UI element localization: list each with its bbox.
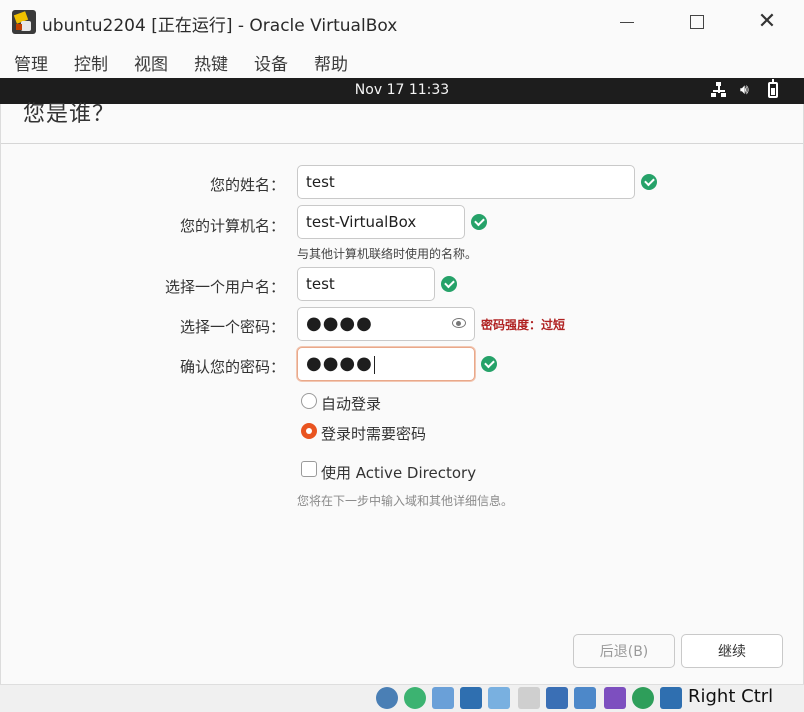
computer-name-label: 您的计算机名： — [179, 217, 285, 235]
require-password-radio[interactable] — [301, 423, 317, 439]
minimize-button[interactable] — [607, 8, 647, 36]
guest-top-bar: Nov 17 11:33 🔊︎ — [0, 78, 804, 104]
computer-name-field[interactable]: test-VirtualBox — [297, 205, 465, 239]
volume-icon[interactable]: 🔊︎ — [740, 82, 749, 98]
installer-page: 您是谁？ 您的姓名： test 您的计算机名： test-VirtualBox … — [0, 102, 804, 684]
active-directory-checkbox[interactable] — [301, 461, 317, 477]
usb-icon[interactable] — [460, 687, 482, 709]
computer-name-hint: 与其他计算机联络时使用的名称。 — [297, 247, 478, 261]
name-valid-icon — [641, 174, 657, 190]
menu-item-control[interactable]: 控制 — [74, 50, 108, 75]
auto-login-radio[interactable] — [301, 393, 317, 409]
audio-icon[interactable] — [404, 687, 426, 709]
menu-item-view[interactable]: 视图 — [134, 50, 168, 75]
name-field[interactable]: test — [297, 165, 635, 199]
menu-item-devices[interactable]: 设备 — [254, 50, 288, 75]
maximize-icon — [690, 15, 704, 29]
computer-name-valid-icon — [471, 214, 487, 230]
auto-login-label[interactable]: 自动登录 — [321, 393, 381, 414]
active-directory-hint: 您将在下一步中输入域和其他详细信息。 — [297, 494, 514, 508]
recording-icon[interactable] — [574, 687, 596, 709]
menu-bar: 管理 控制 视图 热键 设备 帮助 — [0, 44, 804, 78]
mouse-integration-icon[interactable] — [632, 687, 654, 709]
username-field[interactable]: test — [297, 267, 435, 301]
network-adapter-icon[interactable] — [432, 687, 454, 709]
require-password-label[interactable]: 登录时需要密码 — [321, 423, 426, 444]
password-strength: 密码强度：过短 — [481, 318, 566, 332]
confirm-password-valid-icon — [481, 356, 497, 372]
host-key-indicator: Right Ctrl — [688, 686, 774, 707]
confirm-password-field[interactable]: ●●●● — [297, 347, 475, 381]
close-icon: ✕ — [757, 9, 777, 34]
back-button[interactable]: 后退(B) — [573, 634, 675, 668]
show-password-icon[interactable] — [452, 318, 466, 328]
battery-icon[interactable] — [768, 79, 778, 98]
name-label: 您的姓名： — [209, 176, 285, 194]
optical-drive-icon[interactable] — [376, 687, 398, 709]
password-label: 选择一个密码： — [179, 318, 285, 336]
menu-item-manage[interactable]: 管理 — [14, 50, 48, 75]
username-label: 选择一个用户名： — [164, 278, 285, 296]
clock[interactable]: Nov 17 11:33 — [0, 82, 804, 98]
page-title: 您是谁？ — [23, 102, 116, 127]
download-icon[interactable] — [660, 687, 682, 709]
minimize-icon — [620, 21, 634, 23]
display-icon[interactable] — [518, 687, 540, 709]
window-titlebar: ubuntu2204 [正在运行] - Oracle VirtualBox ✕ — [0, 0, 804, 44]
screen-capture-icon[interactable] — [546, 687, 568, 709]
username-valid-icon — [441, 276, 457, 292]
close-button[interactable]: ✕ — [747, 8, 787, 36]
virtualbox-app-icon — [12, 10, 36, 34]
window-title: ubuntu2204 [正在运行] - Oracle VirtualBox — [42, 16, 398, 36]
shared-folder-icon[interactable] — [488, 687, 510, 709]
password-field[interactable]: ●●●● — [297, 307, 475, 341]
maximize-button[interactable] — [677, 8, 717, 36]
vm-status-bar: Right Ctrl — [0, 684, 804, 712]
vm-icon[interactable] — [604, 687, 626, 709]
heading-divider — [1, 143, 803, 144]
menu-item-hotkeys[interactable]: 热键 — [194, 50, 228, 75]
continue-button[interactable]: 继续 — [681, 634, 783, 668]
confirm-password-value: ●●●● — [306, 353, 373, 374]
menu-item-help[interactable]: 帮助 — [314, 50, 348, 75]
text-cursor — [373, 355, 375, 374]
active-directory-label[interactable]: 使用 Active Directory — [321, 462, 476, 483]
confirm-password-label: 确认您的密码： — [179, 358, 285, 376]
password-value: ●●●● — [306, 313, 373, 334]
network-icon[interactable] — [711, 82, 727, 98]
